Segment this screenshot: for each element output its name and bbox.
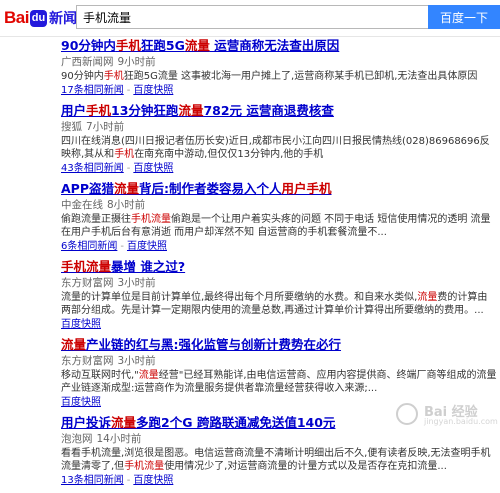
title-highlight: 手机流量	[61, 259, 112, 274]
abstract-highlight: 流量	[138, 370, 159, 381]
news-result-item: 用户手机13分钟狂跑流量782元 运营商退费核查 搜狐 7小时前 四川在线消息(四川日…	[61, 103, 497, 175]
news-result-item: APP盗猎流量背后:制作者娄容易入个人用户手机中金在线 8小时前偷跑流量正摄往手机…	[61, 181, 497, 253]
result-abstract: 偷跑流量正摄往手机流量偷跑是一个让用户着实头疼的问题 不同于电话 短信使用情况的…	[61, 213, 497, 239]
snapshot-link[interactable]: 百度快照	[127, 241, 167, 252]
result-title-link[interactable]: APP盗猎流量背后:制作者娄容易入个人用户手机	[61, 181, 497, 197]
related-news-link[interactable]: 43条相同新闻	[61, 163, 124, 174]
snapshot-link[interactable]: 百度快照	[133, 163, 173, 174]
result-source: 搜狐	[61, 121, 82, 133]
abstract-text: 移动互联网时代,"	[61, 370, 139, 381]
result-links: 43条相同新闻 - 百度快照	[61, 162, 497, 175]
result-time: 14小时前	[96, 433, 142, 445]
result-meta: 中金在线 8小时前	[61, 198, 497, 212]
baidu-news-logo[interactable]: Bai du 新闻	[4, 6, 77, 30]
related-news-link[interactable]: 17条相同新闻	[61, 85, 124, 96]
title-text: 多跑2个G 跨路联通减免送值140元	[136, 415, 336, 430]
snapshot-link[interactable]: 百度快照	[133, 85, 173, 96]
title-text: 90分钟内	[61, 38, 116, 53]
result-source: 中金在线	[61, 199, 103, 211]
header-bar: Baidu新闻 百度一下	[0, 0, 500, 37]
result-time: 3小时前	[117, 355, 156, 367]
snapshot-link[interactable]: 百度快照	[133, 475, 173, 486]
result-abstract: 移动互联网时代,"流量经营"已经耳熟能详,由电信运营商、应用内容提供商、终端厂商…	[61, 369, 497, 395]
search-input[interactable]	[76, 5, 428, 29]
abstract-text: 流量的计算单位是目前计算单位,最终得出每个月所要缴纳的水费。和自来水类似,	[61, 292, 418, 303]
abstract-highlight: 手机流量	[131, 214, 171, 225]
title-highlight: 流量	[61, 337, 87, 352]
abstract-text: 90分钟内	[61, 71, 104, 82]
result-abstract: 流量的计算单位是目前计算单位,最终得出每个月所要缴纳的水费。和自来水类似,流量费…	[61, 291, 497, 317]
news-result-item: 90分钟内手机狂跑5G流量 运营商称无法查出原因 广西新闻网 9小时前 90分钟内手机…	[61, 38, 497, 97]
result-title-link[interactable]: 流量产业链的红与黑:强化监管与创新计费势在必行	[61, 337, 497, 353]
snapshot-link[interactable]: 百度快照	[61, 397, 101, 408]
title-highlight: 手机	[86, 103, 112, 118]
abstract-highlight: 流量	[417, 292, 438, 303]
baidu-jingyan-watermark: Bai 经验 jingyan.baidu.com	[396, 401, 498, 429]
abstract-text: 狂跑5G流量 这事被北海一用户摊上了,运营商称某手机已卸机,无法查出具体原因	[123, 71, 478, 82]
title-text: 782元 运营商退费核查	[203, 103, 334, 118]
title-text: 用户	[61, 103, 87, 118]
title-text: 暴增 谁之过?	[111, 259, 186, 274]
link-separator: -	[126, 475, 131, 486]
result-abstract: 四川在线消息(四川日报记者伍历长安)近日,成都市民小江向四川日报民情热线(028…	[61, 135, 497, 161]
result-source: 东方财富网	[61, 355, 114, 367]
abstract-highlight: 手机	[114, 149, 135, 160]
result-meta: 广西新闻网 9小时前	[61, 55, 497, 69]
watermark-sub-text: jingyan.baidu.com	[424, 417, 498, 426]
title-highlight: 流量	[178, 103, 204, 118]
link-separator: -	[126, 163, 131, 174]
link-separator: -	[126, 85, 131, 96]
result-time: 3小时前	[117, 277, 156, 289]
result-time: 9小时前	[117, 56, 156, 68]
result-meta: 东方财富网 3小时前	[61, 354, 497, 368]
title-text: 13分钟狂跑	[111, 103, 179, 118]
result-source: 广西新闻网	[61, 56, 114, 68]
abstract-text: 在南充南中游动,但仅仅13分钟内,他的手机	[134, 149, 324, 160]
title-text: 背后:制作者娄容易入个人	[139, 181, 282, 196]
abstract-highlight: 手机流量	[124, 461, 165, 472]
snapshot-link[interactable]: 百度快照	[61, 319, 101, 330]
watermark-paw-icon	[396, 403, 418, 425]
result-title-link[interactable]: 用户手机13分钟狂跑流量782元 运营商退费核查	[61, 103, 497, 119]
result-meta: 搜狐 7小时前	[61, 120, 497, 134]
title-highlight: 流量	[111, 415, 137, 430]
title-highlight: 手机	[115, 38, 141, 53]
title-text: 运营商称无法查出原因	[209, 38, 340, 53]
result-meta: 泡泡网 14小时前	[61, 432, 497, 446]
title-highlight: 用户手机	[281, 181, 332, 196]
news-result-item: 流量产业链的红与黑:强化监管与创新计费势在必行 东方财富网 3小时前 移动互联网时代,…	[61, 337, 497, 409]
search-button[interactable]: 百度一下	[428, 5, 500, 29]
result-time: 7小时前	[86, 121, 125, 133]
title-text: APP盗猎	[61, 181, 114, 196]
result-source: 泡泡网	[61, 433, 93, 445]
abstract-text: 偷跑流量正摄往	[61, 214, 131, 225]
result-links: 百度快照	[61, 318, 497, 331]
news-result-item: 手机流量暴增 谁之过? 东方财富网 3小时前 流量的计算单位是目前计算单位,最终得出每…	[61, 259, 497, 331]
related-news-link[interactable]: 13条相同新闻	[61, 475, 124, 486]
related-news-link[interactable]: 6条相同新闻	[61, 241, 117, 252]
result-title-link[interactable]: 手机流量暴增 谁之过?	[61, 259, 497, 275]
result-links: 17条相同新闻 - 百度快照	[61, 84, 497, 97]
abstract-highlight: 手机	[103, 71, 124, 82]
abstract-text: 使用情况少了,对运营商流量的计量方式以及是否存在克扣流量...	[164, 461, 447, 472]
result-source: 东方财富网	[61, 277, 114, 289]
result-time: 8小时前	[107, 199, 146, 211]
title-highlight: 流量	[184, 38, 210, 53]
result-title-link[interactable]: 90分钟内手机狂跑5G流量 运营商称无法查出原因	[61, 38, 497, 54]
logo-bai-text: Bai	[4, 8, 29, 27]
result-abstract: 看看手机流量,浏览很是图恶。电信运营商流量不清晰计明细出后不久,便有读者反映,无…	[61, 447, 497, 473]
title-text: 产业链的红与黑:强化监管与创新计费势在必行	[86, 337, 342, 352]
logo-paw-icon: du	[29, 9, 47, 27]
result-meta: 东方财富网 3小时前	[61, 276, 497, 290]
title-text: 用户投诉	[61, 415, 112, 430]
title-highlight: 流量	[114, 181, 140, 196]
title-text: 狂跑5G	[140, 38, 185, 53]
link-separator: -	[120, 241, 124, 252]
result-abstract: 90分钟内手机狂跑5G流量 这事被北海一用户摊上了,运营商称某手机已卸机,无法查…	[61, 70, 497, 83]
result-links: 13条相同新闻 - 百度快照	[61, 474, 497, 487]
logo-news-text: 新闻	[48, 11, 77, 27]
result-links: 6条相同新闻 - 百度快照	[61, 240, 497, 253]
